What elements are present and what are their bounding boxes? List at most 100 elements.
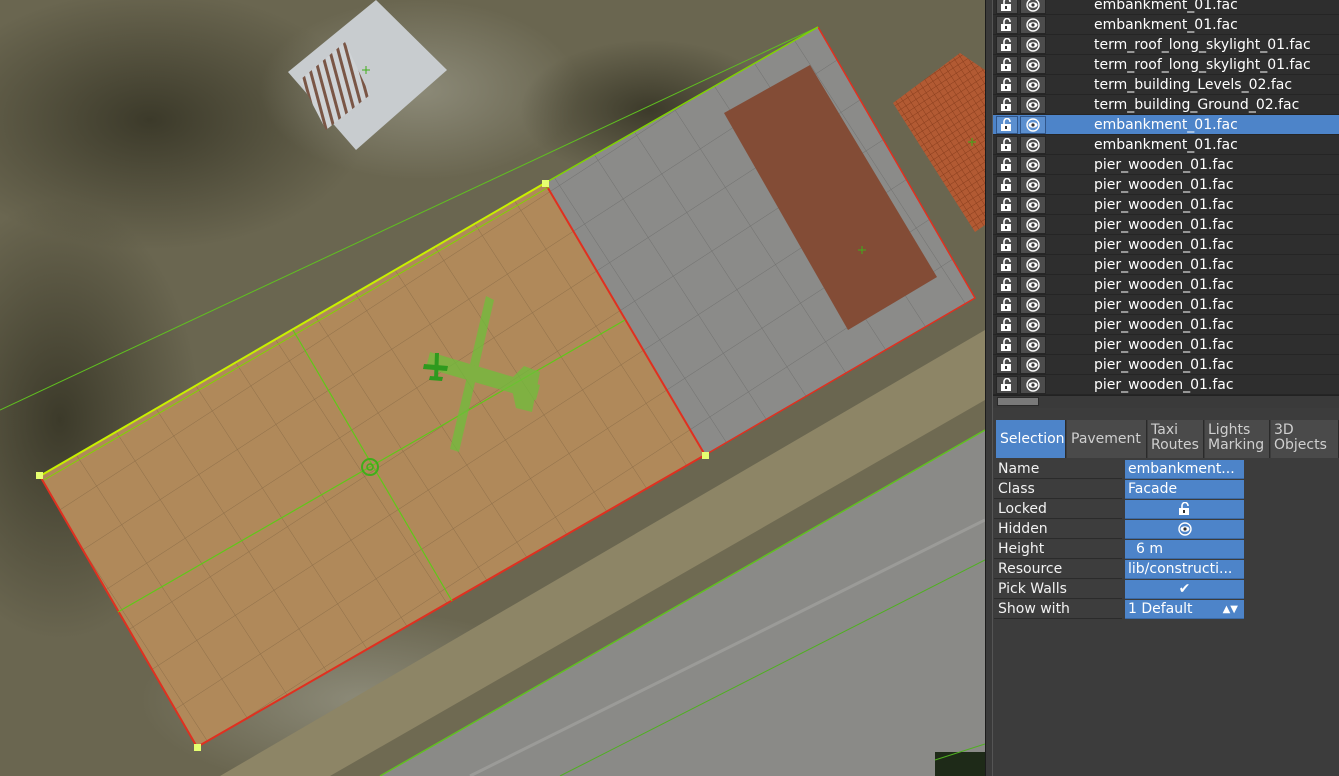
tab-label: Taxi — [1151, 422, 1178, 438]
list-item[interactable]: pier_wooden_01.fac — [993, 295, 1339, 315]
visibility-toggle[interactable] — [1020, 36, 1046, 54]
visibility-toggle[interactable] — [1020, 196, 1046, 214]
list-item-label: pier_wooden_01.fac — [1094, 317, 1234, 333]
lock-toggle[interactable] — [996, 196, 1018, 214]
lock-toggle[interactable] — [996, 136, 1018, 154]
list-item-label: embankment_01.fac — [1094, 117, 1238, 133]
visibility-toggle[interactable] — [1020, 376, 1046, 394]
map-viewport[interactable] — [0, 0, 985, 776]
lock-toggle[interactable] — [996, 256, 1018, 274]
list-item[interactable]: pier_wooden_01.fac — [993, 235, 1339, 255]
lock-toggle[interactable] — [996, 0, 1018, 14]
visibility-toggle[interactable] — [1020, 76, 1046, 94]
vertex-handle[interactable] — [542, 180, 549, 187]
visibility-toggle[interactable] — [1020, 276, 1046, 294]
vertex-handle[interactable] — [36, 472, 43, 479]
list-item[interactable]: pier_wooden_01.fac — [993, 315, 1339, 335]
list-item-label: term_roof_long_skylight_01.fac — [1094, 37, 1311, 53]
property-row-name: Name embankment... — [993, 460, 1245, 480]
lock-toggle[interactable] — [996, 356, 1018, 374]
list-item[interactable]: pier_wooden_01.fac — [993, 175, 1339, 195]
visibility-toggle[interactable] — [1020, 16, 1046, 34]
vertex-handle[interactable] — [702, 452, 709, 459]
list-item[interactable]: pier_wooden_01.fac — [993, 355, 1339, 375]
list-item[interactable]: term_roof_long_skylight_01.fac — [993, 35, 1339, 55]
height-field[interactable]: 6 m — [1125, 540, 1244, 559]
lock-toggle[interactable] — [996, 316, 1018, 334]
list-item[interactable]: embankment_01.fac — [993, 135, 1339, 155]
hierarchy-list[interactable]: embankment_01.fac embankment_01.fac term_r… — [993, 0, 1339, 395]
hidden-toggle[interactable] — [1125, 520, 1244, 539]
list-item[interactable]: pier_wooden_01.fac — [993, 375, 1339, 395]
tab-lights-marking[interactable]: Lights Marking — [1205, 420, 1270, 458]
list-item-label: pier_wooden_01.fac — [1094, 297, 1234, 313]
visibility-toggle[interactable] — [1020, 256, 1046, 274]
list-item[interactable]: embankment_01.fac — [993, 0, 1339, 15]
resource-field[interactable]: lib/constructi... — [1125, 560, 1244, 579]
visibility-toggle[interactable] — [1020, 316, 1046, 334]
list-item-label: pier_wooden_01.fac — [1094, 257, 1234, 273]
tab-label: Selection — [1000, 431, 1065, 447]
lock-toggle[interactable] — [996, 156, 1018, 174]
lock-toggle[interactable] — [996, 296, 1018, 314]
visibility-toggle[interactable] — [1020, 216, 1046, 234]
horizontal-scrollbar[interactable] — [993, 395, 1339, 408]
side-panel: embankment_01.fac embankment_01.fac term_r… — [993, 0, 1339, 776]
tab-label: Objects — [1274, 437, 1327, 453]
list-item-label: embankment_01.fac — [1094, 0, 1238, 13]
list-item[interactable]: embankment_01.fac — [993, 15, 1339, 35]
name-field[interactable]: embankment... — [1125, 460, 1244, 479]
splitter-handle[interactable] — [985, 0, 993, 776]
lock-toggle[interactable] — [996, 216, 1018, 234]
lock-toggle[interactable] — [996, 176, 1018, 194]
lock-toggle[interactable] — [996, 376, 1018, 394]
list-item[interactable]: term_building_Levels_02.fac — [993, 75, 1339, 95]
lock-toggle[interactable] — [996, 36, 1018, 54]
tab-label: Lights — [1208, 422, 1251, 438]
vertex-handle[interactable] — [194, 744, 201, 751]
list-item-label: embankment_01.fac — [1094, 137, 1238, 153]
visibility-toggle[interactable] — [1020, 156, 1046, 174]
lock-toggle[interactable] — [996, 56, 1018, 74]
list-item[interactable]: pier_wooden_01.fac — [993, 335, 1339, 355]
list-item-label: pier_wooden_01.fac — [1094, 237, 1234, 253]
visibility-toggle[interactable] — [1020, 176, 1046, 194]
lock-toggle[interactable] — [996, 336, 1018, 354]
list-item[interactable]: pier_wooden_01.fac — [993, 215, 1339, 235]
list-item-label: pier_wooden_01.fac — [1094, 197, 1234, 213]
list-item[interactable]: pier_wooden_01.fac — [993, 275, 1339, 295]
lock-toggle[interactable] — [996, 96, 1018, 114]
lock-toggle[interactable] — [996, 236, 1018, 254]
list-item[interactable]: term_building_Ground_02.fac — [993, 95, 1339, 115]
lock-toggle[interactable] — [996, 16, 1018, 34]
list-item[interactable]: pier_wooden_01.fac — [993, 155, 1339, 175]
visibility-toggle[interactable] — [1020, 296, 1046, 314]
pick-walls-checkbox[interactable]: ✔ — [1125, 580, 1244, 599]
tab-selection[interactable]: Selection — [996, 420, 1066, 458]
visibility-toggle[interactable] — [1020, 0, 1046, 14]
show-with-select[interactable]: 1 Default ▲▼ — [1125, 600, 1244, 619]
tab-3d-objects[interactable]: 3D Objects — [1271, 420, 1339, 458]
list-item[interactable]: term_roof_long_skylight_01.fac — [993, 55, 1339, 75]
property-row-pick-walls: Pick Walls ✔ — [993, 580, 1245, 600]
map-canvas[interactable] — [0, 0, 985, 776]
tab-pavement[interactable]: Pavement — [1067, 420, 1147, 458]
visibility-toggle[interactable] — [1020, 136, 1046, 154]
tab-label: 3D — [1274, 422, 1294, 438]
list-item[interactable]: pier_wooden_01.fac — [993, 195, 1339, 215]
list-item[interactable]: embankment_01.fac — [993, 115, 1339, 135]
visibility-toggle[interactable] — [1020, 96, 1046, 114]
visibility-toggle[interactable] — [1020, 336, 1046, 354]
visibility-toggle[interactable] — [1020, 356, 1046, 374]
lock-toggle[interactable] — [996, 116, 1018, 134]
lock-toggle[interactable] — [996, 276, 1018, 294]
tab-taxi-routes[interactable]: Taxi Routes — [1148, 420, 1204, 458]
visibility-toggle[interactable] — [1020, 116, 1046, 134]
visibility-toggle[interactable] — [1020, 56, 1046, 74]
list-item[interactable]: pier_wooden_01.fac — [993, 255, 1339, 275]
locked-toggle[interactable] — [1125, 500, 1244, 519]
visibility-toggle[interactable] — [1020, 236, 1046, 254]
list-item-label: pier_wooden_01.fac — [1094, 157, 1234, 173]
lock-toggle[interactable] — [996, 76, 1018, 94]
scrollbar-thumb[interactable] — [997, 397, 1039, 406]
